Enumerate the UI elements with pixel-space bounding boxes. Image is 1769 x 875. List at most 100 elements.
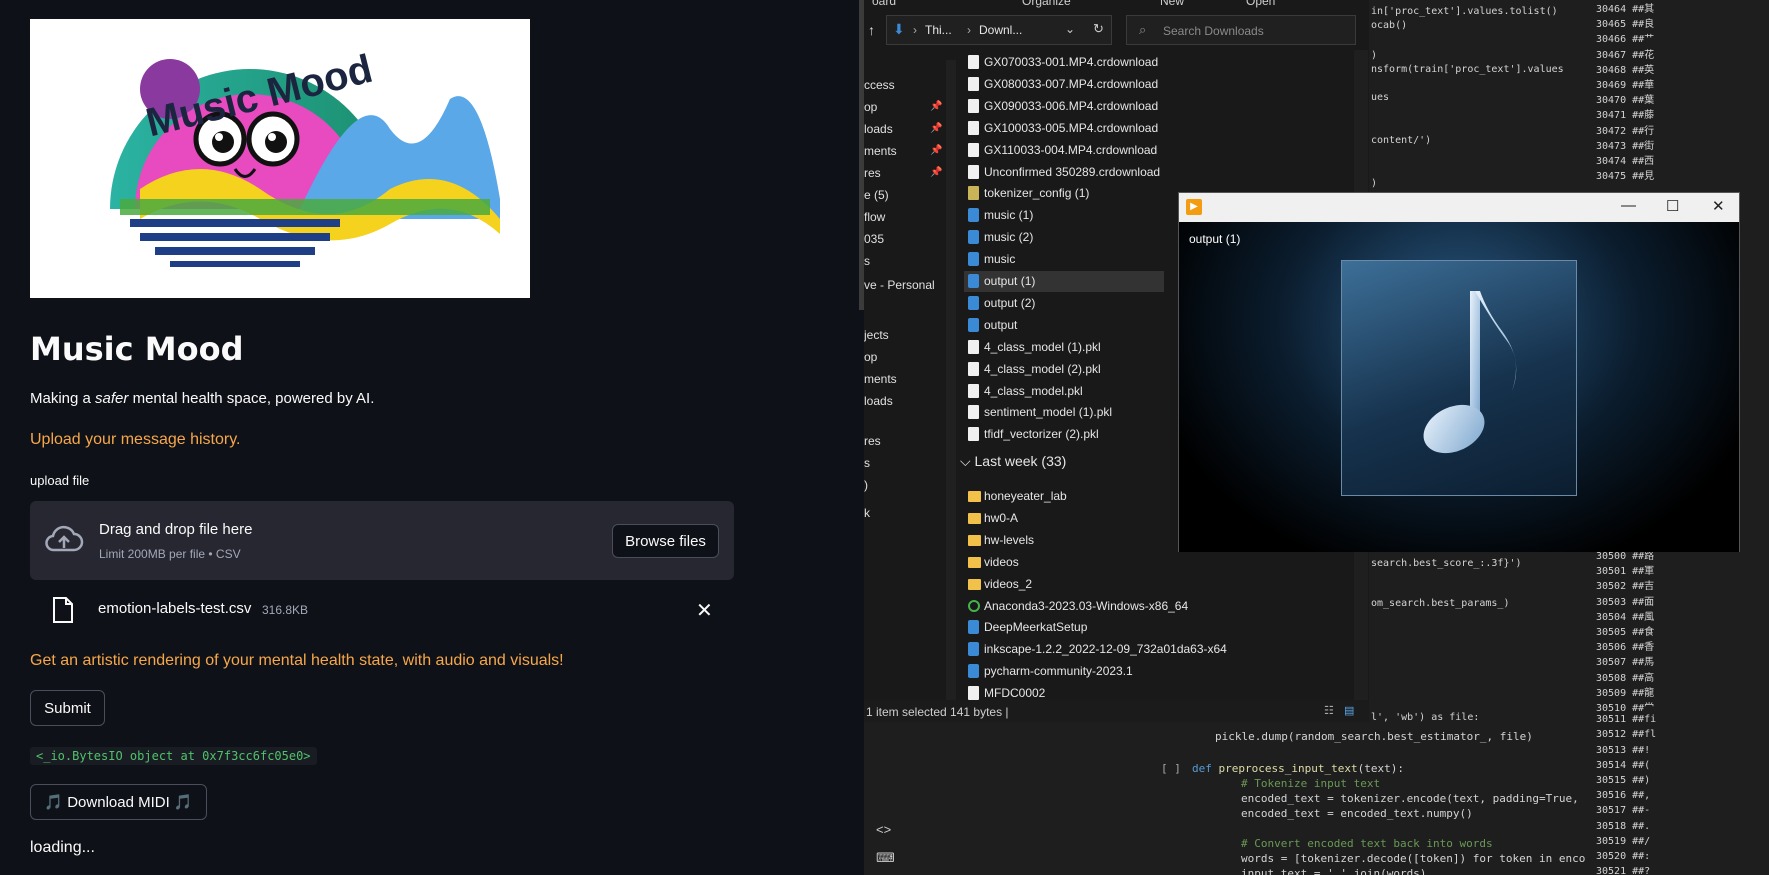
ribbon-new[interactable]: New [1160, 0, 1184, 8]
file-icon [968, 427, 979, 442]
file-row[interactable]: honeyeater_lab [964, 486, 1164, 507]
details-view-icon[interactable]: ☷ [1324, 704, 1334, 717]
media-player-window: ▶ — ☐ ✕ output (1) [1178, 192, 1740, 552]
file-icon [968, 339, 979, 354]
player-body[interactable]: output (1) [1179, 222, 1739, 552]
file-row[interactable]: music (1) [964, 205, 1164, 226]
nav-item[interactable]: s [864, 456, 870, 470]
nav-item[interactable]: flow [864, 210, 885, 224]
file-row[interactable]: tokenizer_config (1) [964, 183, 1164, 204]
nav-item[interactable]: ments [864, 144, 897, 158]
nav-item[interactable]: op [864, 100, 877, 114]
cell-run-marker[interactable]: [ ] [1161, 762, 1181, 775]
file-row[interactable]: tfidf_vectorizer (2).pkl [964, 424, 1164, 445]
file-row[interactable]: output (1) [964, 271, 1164, 292]
download-midi-button[interactable]: 🎵 Download MIDI 🎵 [30, 784, 207, 820]
file-name: tokenizer_config (1) [984, 186, 1090, 201]
chevron-down-icon[interactable]: ⌄ [1065, 22, 1075, 36]
nav-item[interactable]: 035 [864, 232, 884, 246]
file-row[interactable]: output [964, 315, 1164, 336]
token-line: 30507 ##馬 [1596, 657, 1655, 669]
ribbon-open[interactable]: Open [1246, 0, 1275, 8]
notebook-cell[interactable]: pickle.dump(random_search.best_estimator… [1155, 722, 1594, 875]
editor-gutter: <> ⌨ [864, 722, 1155, 875]
file-row[interactable]: DeepMeerkatSetup [964, 617, 1164, 638]
nav-item[interactable]: ve - Personal [864, 278, 935, 292]
close-icon[interactable]: ✕ [1712, 197, 1725, 215]
file-row[interactable]: hw0-A [964, 508, 1164, 529]
player-titlebar[interactable]: ▶ — ☐ ✕ [1179, 193, 1739, 222]
file-row[interactable]: videos [964, 552, 1164, 573]
file-name: GX090033-006.MP4.crdownload [984, 98, 1159, 113]
music-note-icon [1423, 291, 1517, 454]
nav-item[interactable]: jects [864, 328, 889, 342]
file-dropzone[interactable]: Drag and drop file here Limit 200MB per … [30, 501, 734, 580]
minimize-icon[interactable]: — [1621, 197, 1636, 214]
file-row[interactable]: inkscape-1.2.2_2022-12-09_732a01da63-x64 [964, 639, 1227, 660]
file-row[interactable]: videos_2 [964, 574, 1164, 595]
keyboard-icon[interactable]: ⌨ [876, 850, 895, 866]
file-icon [968, 164, 979, 179]
file-name: GX100033-005.MP4.crdownload [984, 120, 1159, 135]
file-row[interactable]: sentiment_model (1).pkl [964, 402, 1164, 423]
browse-files-button[interactable]: Browse files [612, 524, 719, 558]
file-row[interactable]: pycharm-community-2023.1 [964, 661, 1164, 682]
dropzone-title: Drag and drop file here [99, 521, 253, 538]
tagline: Making a safer mental health space, powe… [30, 390, 375, 407]
file-row[interactable]: GX110033-004.MP4.crdownload [964, 140, 1164, 161]
up-arrow-icon[interactable]: ↑ [868, 22, 875, 38]
nav-item[interactable]: ments [864, 372, 897, 386]
code-icon[interactable]: <> [876, 822, 891, 837]
nav-item[interactable]: loads [864, 394, 893, 408]
token-line: 30475 ##見 [1596, 171, 1655, 183]
token-line: 30518 ##. [1596, 820, 1651, 832]
file-row[interactable]: GX070033-001.MP4.crdownload [964, 52, 1164, 73]
remove-file-icon[interactable]: ✕ [696, 598, 713, 623]
token-line: 30468 ##英 [1596, 64, 1655, 76]
address-bar[interactable]: ⬇ › Thi... › Downl... ⌄ ↻ [886, 15, 1112, 45]
file-row[interactable]: GX080033-007.MP4.crdownload [964, 74, 1164, 95]
ribbon-organize[interactable]: Organize [1022, 0, 1071, 8]
file-row[interactable]: hw-levels [964, 530, 1164, 551]
file-name: videos_2 [984, 576, 1033, 591]
file-row[interactable]: music [964, 249, 1164, 270]
circle-icon [968, 599, 980, 612]
nav-item[interactable]: e (5) [864, 188, 889, 202]
token-line: 30501 ##軍 [1596, 566, 1655, 578]
file-row[interactable]: GX100033-005.MP4.crdownload [964, 118, 1164, 139]
pin-icon: 📌 [930, 145, 943, 156]
nav-item[interactable]: loads [864, 122, 893, 136]
search-input[interactable]: ⌕ Search Downloads [1126, 15, 1356, 45]
file-row[interactable]: 4_class_model.pkl [964, 381, 1164, 402]
nav-item[interactable]: res [864, 434, 881, 448]
file-row[interactable]: 4_class_model (1).pkl [964, 337, 1164, 358]
token-line: 30511 ##fi [1596, 714, 1657, 726]
token-line: 30516 ##, [1596, 790, 1651, 802]
file-row[interactable]: output (2) [964, 293, 1164, 314]
submit-button[interactable]: Submit [30, 690, 105, 726]
tiles-view-icon[interactable]: ▤ [1344, 704, 1354, 717]
maximize-icon[interactable]: ☐ [1666, 197, 1679, 215]
file-row[interactable]: music (2) [964, 227, 1164, 248]
file-row[interactable]: Unconfirmed 350289.crdownload [964, 162, 1164, 183]
app-icon [968, 642, 979, 657]
breadcrumb-this-pc[interactable]: Thi... [925, 23, 952, 37]
nav-item[interactable]: op [864, 350, 877, 364]
album-art [1341, 260, 1577, 496]
nav-item[interactable]: ) [864, 478, 868, 492]
refresh-icon[interactable]: ↻ [1093, 21, 1104, 37]
token-line: 30469 ##華 [1596, 80, 1655, 91]
nav-item[interactable]: ccess [864, 78, 895, 92]
file-row[interactable]: GX090033-006.MP4.crdownload [964, 96, 1164, 117]
file-row[interactable]: Anaconda3-2023.03-Windows-x86_64 [964, 596, 1188, 617]
folder-icon [968, 578, 981, 590]
ribbon-item[interactable]: oard [872, 0, 896, 8]
group-header-last-week[interactable]: ⌵ Last week (33) [960, 453, 1066, 470]
nav-item[interactable]: s [864, 254, 870, 268]
file-row[interactable]: 4_class_model (2).pkl [964, 359, 1164, 380]
code-line: ) [1371, 178, 1378, 189]
nav-item[interactable]: res [864, 166, 881, 180]
nav-item[interactable]: k [864, 506, 870, 520]
nav-scrollbar[interactable] [946, 60, 956, 700]
breadcrumb-downloads[interactable]: Downl... [979, 23, 1022, 37]
